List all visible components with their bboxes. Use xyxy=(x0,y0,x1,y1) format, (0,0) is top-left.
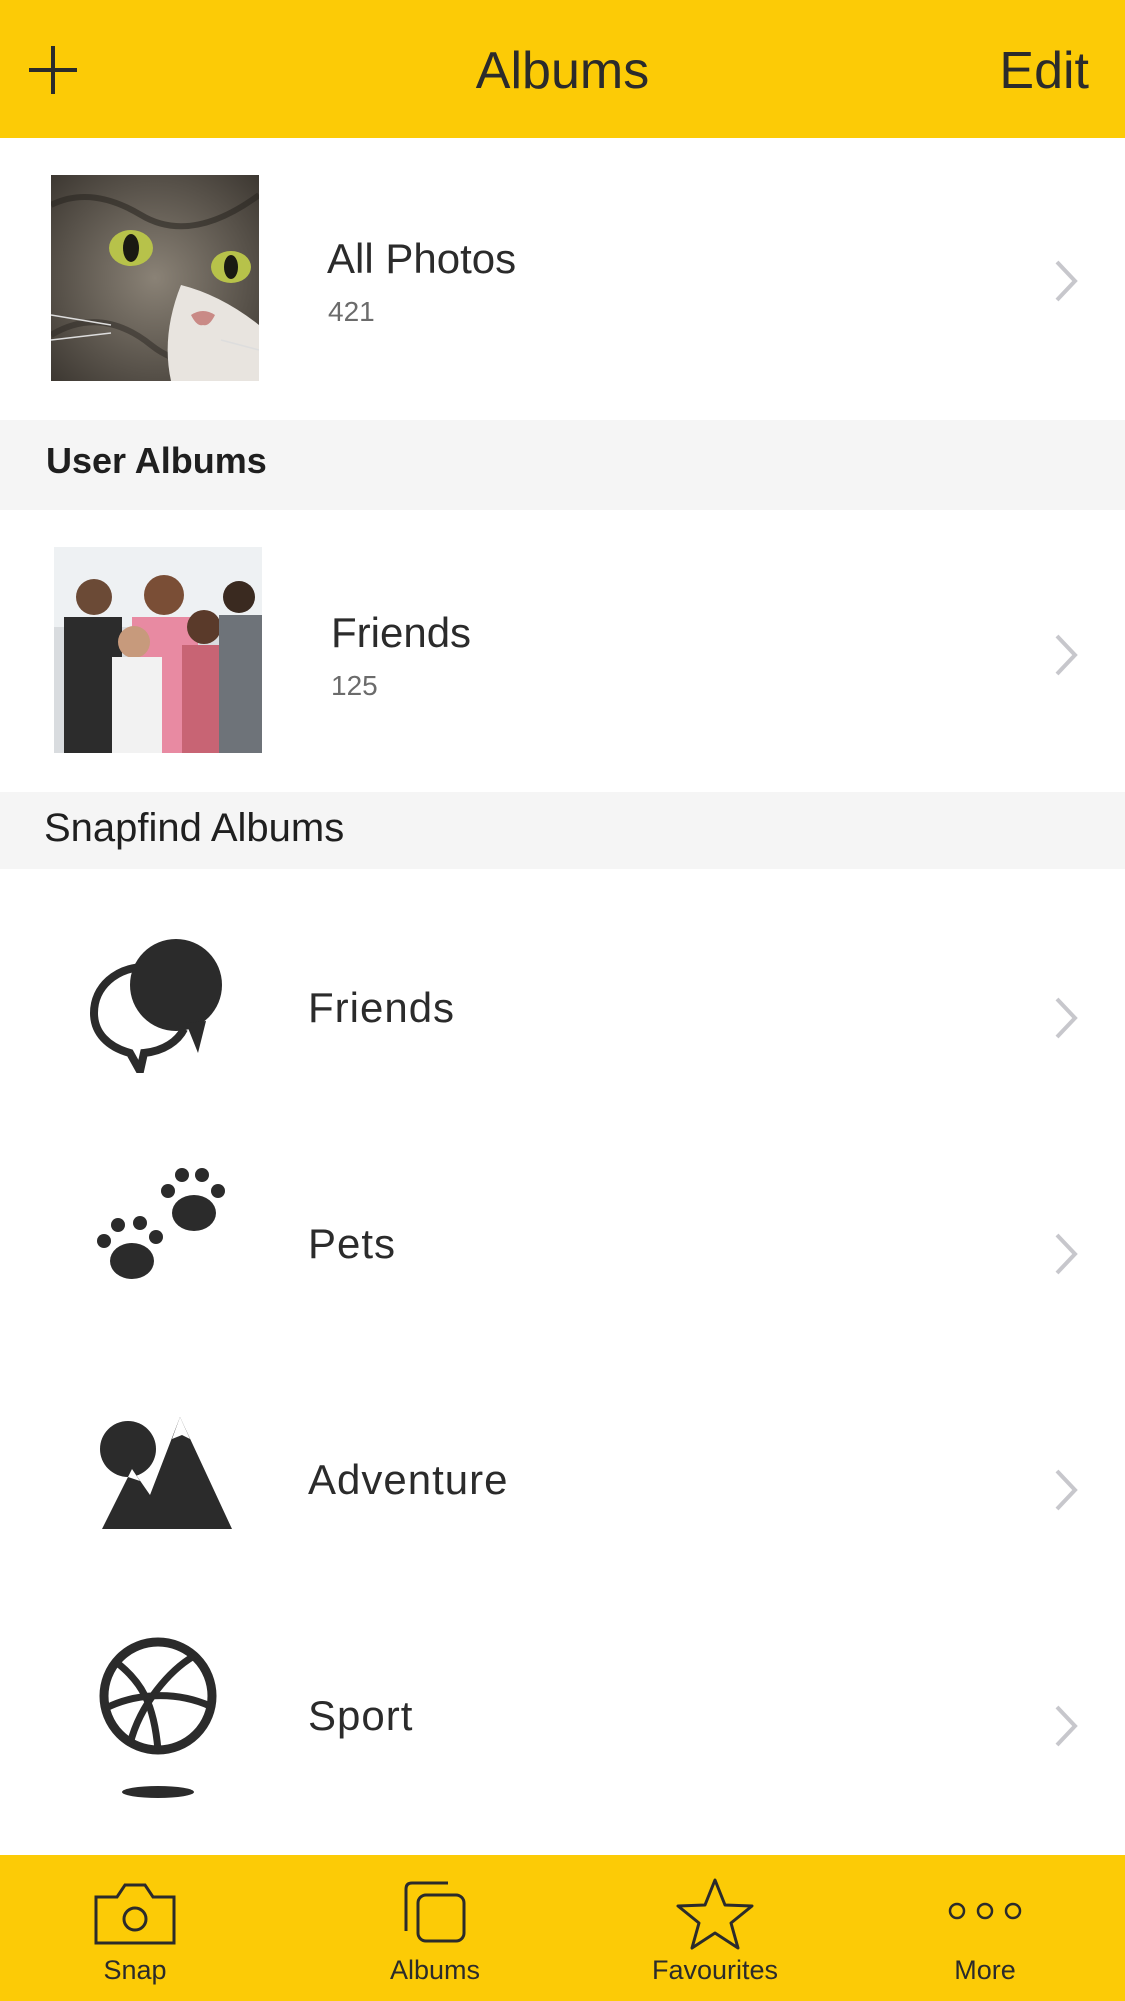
album-count: 421 xyxy=(328,296,375,327)
snapfind-albums-section-header: Snapfind Albums xyxy=(0,792,1125,869)
more-dots-icon xyxy=(948,1902,1022,1920)
album-title: Adventure xyxy=(308,1456,509,1503)
chevron-right-icon xyxy=(1055,1469,1078,1511)
star-icon xyxy=(676,1878,754,1950)
tab-albums[interactable]: Albums xyxy=(360,1855,510,2001)
page-title: Albums xyxy=(475,42,650,100)
tab-label: Favourites xyxy=(651,1955,779,1985)
tab-snap[interactable]: Snap xyxy=(60,1855,210,2001)
paw-prints-icon xyxy=(97,1168,225,1279)
all-photos-row[interactable]: All Photos 421 xyxy=(0,138,1125,420)
tab-label: More xyxy=(954,1955,1016,1985)
speech-bubbles-icon xyxy=(89,939,222,1073)
album-title: Friends xyxy=(331,609,472,656)
snapfind-album-row-adventure[interactable]: Adventure xyxy=(0,1341,1125,1577)
chevron-right-icon xyxy=(1055,997,1078,1039)
chevron-right-icon xyxy=(1055,1705,1078,1747)
albums-icon xyxy=(404,1881,466,1943)
basketball-icon xyxy=(99,1637,217,1798)
album-title: All Photos xyxy=(327,235,517,282)
user-album-row-friends[interactable]: Friends 125 xyxy=(0,510,1125,792)
mountain-icon xyxy=(100,1417,232,1529)
album-count: 125 xyxy=(331,670,378,701)
tab-more[interactable]: More xyxy=(910,1855,1060,2001)
album-title: Friends xyxy=(308,984,456,1031)
album-title: Pets xyxy=(308,1220,397,1267)
chevron-right-icon xyxy=(1055,260,1078,302)
all-photos-thumbnail xyxy=(51,175,259,381)
album-title: Sport xyxy=(308,1692,414,1739)
tab-bar: Snap Albums Favourites More xyxy=(0,1855,1125,2001)
edit-button[interactable]: Edit xyxy=(999,40,1089,102)
user-albums-section-header: User Albums xyxy=(0,420,1125,510)
chevron-right-icon xyxy=(1055,634,1078,676)
section-title: User Albums xyxy=(46,440,267,481)
section-title: Snapfind Albums xyxy=(44,806,345,850)
friends-album-thumbnail xyxy=(54,547,262,753)
snapfind-album-row-sport[interactable]: Sport xyxy=(0,1577,1125,1813)
chevron-right-icon xyxy=(1055,1233,1078,1275)
camera-icon xyxy=(94,1883,176,1945)
tab-label: Snap xyxy=(103,1955,167,1985)
tab-label: Albums xyxy=(389,1955,481,1985)
snapfind-album-row-friends[interactable]: Friends xyxy=(0,869,1125,1105)
tab-favourites[interactable]: Favourites xyxy=(640,1855,790,2001)
nav-header: Albums Edit xyxy=(0,0,1125,138)
snapfind-album-row-pets[interactable]: Pets xyxy=(0,1105,1125,1341)
